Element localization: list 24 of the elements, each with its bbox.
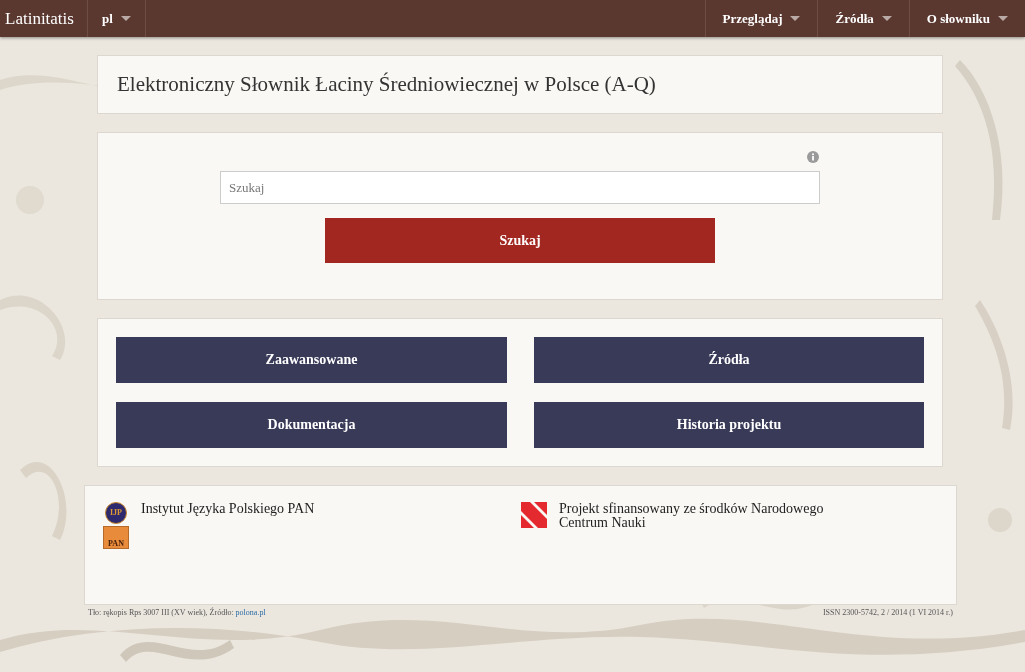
language-dropdown[interactable]: pl xyxy=(87,0,146,37)
nav-button[interactable]: Zaawansowane xyxy=(116,337,507,383)
partner-text: Projekt sfinansowany ze środków Narodowego Centrum Nauki xyxy=(559,502,825,530)
source-link[interactable]: polona.pl xyxy=(235,608,266,617)
menu-dropdown[interactable]: Przeglądaj xyxy=(704,0,818,37)
institute-logo: IJP PAN xyxy=(103,502,129,550)
nav-button[interactable]: Dokumentacja xyxy=(116,401,507,448)
issn-text: ISSN 2300-5742, 2 / 2014 (1 VI 2014 r.) xyxy=(822,608,953,617)
caret-icon xyxy=(998,16,1008,21)
info-icon[interactable] xyxy=(807,151,819,163)
funder-logo xyxy=(521,502,547,528)
page-title: Elektroniczny Słownik Łaciny Średniowiecznej w Polsce (A-Q) xyxy=(97,55,943,114)
nav-button[interactable]: Historia projektu xyxy=(534,401,924,448)
search-field[interactable]: Szukaj xyxy=(220,171,820,204)
caret-icon xyxy=(790,16,801,21)
partner-text: Instytut Języka Polskiego PAN xyxy=(141,502,315,516)
menu-dropdown[interactable]: O słowniku xyxy=(908,0,1025,37)
caret-icon xyxy=(120,16,131,21)
nav-button[interactable]: Źródła xyxy=(534,337,924,383)
credit-text: Tło: rękopis Rps 3007 III (XV wiek), Źródło: polona.pl xyxy=(88,608,266,617)
caret-icon xyxy=(881,16,892,21)
brand-link[interactable]: Latinitatis xyxy=(0,0,88,37)
search-button[interactable]: Szukaj xyxy=(325,218,715,263)
menu-dropdown[interactable]: Źródła xyxy=(817,0,909,37)
